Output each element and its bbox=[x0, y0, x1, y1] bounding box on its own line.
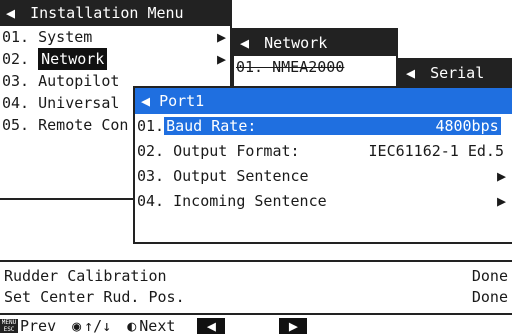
left-key-icon[interactable]: ◀ bbox=[197, 317, 226, 334]
submenu-arrow-icon: ▶ bbox=[216, 28, 226, 46]
submenu-arrow-icon: ▶ bbox=[216, 50, 226, 68]
menu-item-output-sentence[interactable]: 03. Output Sentence ▶ bbox=[135, 164, 512, 189]
back-arrow-icon[interactable]: ◀ bbox=[240, 30, 249, 56]
menu-item-nmea2000[interactable]: 01. NMEA2000 bbox=[234, 56, 396, 78]
menu-item-incoming-sentence[interactable]: 04. Incoming Sentence ▶ bbox=[135, 189, 512, 214]
baud-rate-value: 4800bps bbox=[435, 117, 499, 135]
menu-item-network[interactable]: 02. Network ▶ bbox=[0, 48, 230, 70]
port1-menu: ◀ Port1 01. Baud Rate: 4800bps 02. Output… bbox=[133, 86, 512, 244]
scroll-key[interactable]: ◉ ↑/↓ bbox=[72, 317, 111, 335]
menu-item-system[interactable]: 01. System ▶ bbox=[0, 26, 230, 48]
status-divider bbox=[0, 260, 512, 262]
port1-menu-title: Port1 bbox=[159, 92, 205, 110]
prev-key[interactable]: MENU ESC Prev bbox=[0, 317, 56, 335]
footer-bar: MENU ESC Prev ◉ ↑/↓ ◐ Next ◀ ▶ bbox=[0, 313, 512, 336]
serial-menu-header: ◀ Serial bbox=[400, 60, 512, 86]
knob-icon: ◐ bbox=[127, 316, 137, 335]
status-value: Done bbox=[471, 267, 508, 285]
right-key-icon[interactable]: ▶ bbox=[279, 317, 308, 334]
status-rudder-calibration: Rudder Calibration Done bbox=[4, 267, 508, 285]
back-arrow-icon[interactable]: ◀ bbox=[141, 92, 150, 110]
installation-menu-title: Installation Menu bbox=[30, 4, 184, 22]
port1-menu-header: ◀ Port1 bbox=[135, 88, 512, 114]
status-value: Done bbox=[471, 288, 508, 306]
network-menu-title: Network bbox=[264, 34, 328, 52]
status-set-center-rud-pos: Set Center Rud. Pos. Done bbox=[4, 288, 508, 306]
submenu-arrow-icon: ▶ bbox=[496, 167, 506, 185]
next-key[interactable]: ◐ Next bbox=[127, 317, 175, 335]
network-menu-header: ◀ Network bbox=[234, 30, 396, 56]
dial-icon: ◉ bbox=[72, 316, 82, 335]
installation-menu-header: ◀ Installation Menu bbox=[0, 0, 230, 26]
menu-item-output-format[interactable]: 02. Output Format: IEC61162-1 Ed.5 bbox=[135, 139, 512, 164]
serial-menu-title: Serial bbox=[430, 64, 485, 82]
back-arrow-icon[interactable]: ◀ bbox=[6, 0, 15, 26]
menu-esc-icon: MENU ESC bbox=[0, 318, 18, 333]
output-format-value: IEC61162-1 Ed.5 bbox=[368, 142, 504, 160]
back-arrow-icon[interactable]: ◀ bbox=[406, 60, 415, 86]
submenu-arrow-icon: ▶ bbox=[496, 192, 506, 210]
baud-rate-label: Baud Rate: 4800bps bbox=[164, 117, 501, 135]
menu-item-network-label: Network bbox=[38, 48, 108, 70]
menu-item-baud-rate[interactable]: 01. Baud Rate: 4800bps bbox=[135, 114, 512, 139]
